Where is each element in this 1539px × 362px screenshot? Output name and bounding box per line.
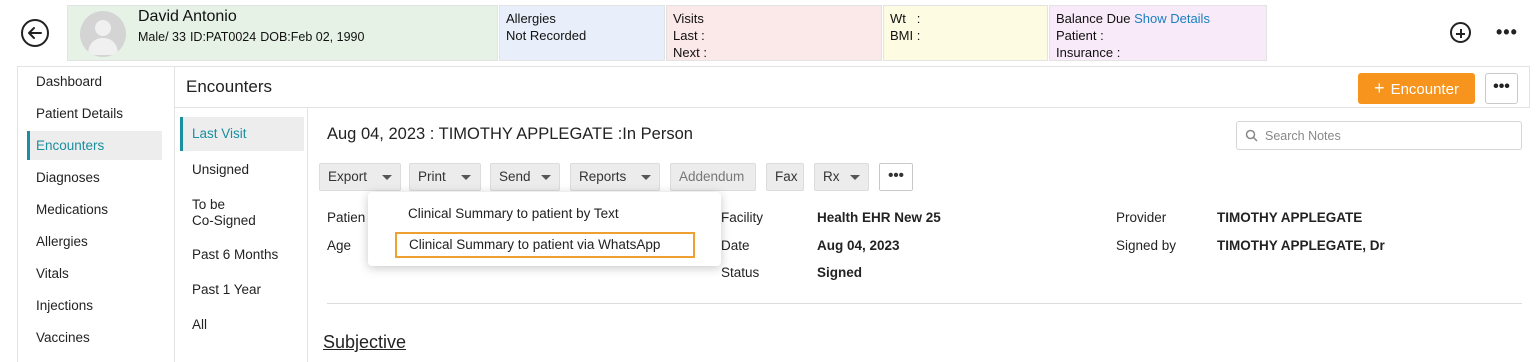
chevron-down-icon	[641, 175, 651, 180]
add-encounter-label: Encounter	[1390, 81, 1459, 98]
menu-item-summary-by-text[interactable]: Clinical Summary to patient by Text	[408, 206, 619, 221]
nav-item-allergies[interactable]: Allergies	[27, 227, 162, 256]
encounters-header: Encounters + Encounter •••	[174, 66, 1530, 108]
nav-item-dashboard[interactable]: Dashboard	[27, 67, 162, 96]
nav-item-medications[interactable]: Medications	[27, 195, 162, 224]
provider-label: Provider	[1116, 210, 1167, 225]
rx-button[interactable]: Rx	[814, 163, 869, 191]
search-icon	[1245, 129, 1258, 142]
subjective-heading: Subjective	[323, 332, 407, 352]
print-label: Print	[418, 169, 446, 184]
allergies-card[interactable]: Allergies Not Recorded	[499, 5, 665, 61]
balance-row: Balance Due Show Details	[1056, 10, 1260, 27]
filter-all[interactable]: All	[180, 317, 304, 333]
visits-label: Visits	[673, 11, 704, 26]
patient-dob: DOB:Feb 02, 1990	[260, 30, 365, 44]
nav-item-patient-details[interactable]: Patient Details	[27, 99, 162, 128]
filter-to-be-line2: Co-Signed	[192, 213, 256, 228]
nav-item-diagnoses[interactable]: Diagnoses	[27, 163, 162, 192]
patient-name: David Antonio	[138, 8, 237, 25]
patient-card: David Antonio Male/ 33 ID:PAT0024 DOB:Feb …	[67, 5, 498, 61]
filter-to-be-line1: To be	[192, 197, 226, 212]
divider	[327, 303, 1522, 304]
patient-banner: David Antonio Male/ 33 ID:PAT0024 DOB:Feb …	[0, 0, 1539, 66]
chevron-down-icon	[541, 175, 551, 180]
print-button[interactable]: Print	[409, 163, 481, 191]
balance-patient: Patient :	[1056, 28, 1104, 43]
encounter-title: Aug 04, 2023 : TIMOTHY APPLEGATE :In Per…	[327, 125, 693, 143]
export-button[interactable]: Export	[319, 163, 401, 191]
send-label: Send	[499, 169, 531, 184]
menu-item-summary-via-whatsapp[interactable]: Clinical Summary to patient via WhatsApp	[395, 232, 695, 258]
filter-last-visit[interactable]: Last Visit	[180, 117, 304, 151]
filter-past-1-year[interactable]: Past 1 Year	[180, 282, 304, 298]
nav-item-vaccines[interactable]: Vaccines	[27, 323, 162, 352]
vitals-wt: Wt :	[890, 11, 921, 26]
left-nav: Dashboard Patient Details Encounters Dia…	[17, 66, 174, 362]
send-button[interactable]: Send	[490, 163, 560, 191]
show-details-link[interactable]: Show Details	[1134, 11, 1210, 26]
filter-to-be-co-signed[interactable]: To be Co-Signed	[180, 197, 304, 229]
balance-label: Balance Due	[1056, 11, 1131, 26]
patient-label: Patien	[327, 210, 366, 225]
provider-value: TIMOTHY APPLEGATE	[1217, 210, 1363, 225]
addendum-button[interactable]: Addendum	[670, 163, 756, 191]
avatar	[80, 11, 126, 57]
allergies-value: Not Recorded	[506, 28, 587, 43]
fax-button[interactable]: Fax	[766, 163, 804, 191]
visits-last: Last :	[673, 28, 705, 43]
status-label: Status	[721, 265, 760, 280]
date-value: Aug 04, 2023	[817, 238, 900, 253]
facility-label: Facility	[721, 210, 764, 225]
search-notes-input[interactable]	[1265, 126, 1515, 146]
encounter-more-button[interactable]: •••	[1485, 73, 1518, 104]
balance-insurance: Insurance :	[1056, 45, 1121, 60]
chevron-down-icon	[461, 175, 471, 180]
reports-label: Reports	[579, 169, 627, 184]
visits-card[interactable]: Visits Last : Next :	[666, 5, 882, 61]
send-dropdown-menu: Clinical Summary to patient by Text Clin…	[368, 192, 721, 266]
vitals-card[interactable]: Wt : BMI :	[883, 5, 1048, 61]
patient-id: ID:PAT0024	[189, 30, 257, 44]
add-icon[interactable]	[1450, 22, 1471, 43]
status-value: Signed	[817, 265, 863, 280]
nav-item-encounters[interactable]: Encounters	[27, 131, 162, 160]
filter-unsigned[interactable]: Unsigned	[180, 162, 304, 178]
date-label: Date	[721, 238, 750, 253]
allergies-label: Allergies	[506, 11, 556, 26]
nav-item-vitals[interactable]: Vitals	[27, 259, 162, 288]
nav-item-injections[interactable]: Injections	[27, 291, 162, 320]
vitals-bmi: BMI :	[890, 28, 921, 43]
rx-label: Rx	[823, 169, 840, 184]
arrow-left-icon	[28, 27, 42, 39]
back-button[interactable]	[21, 19, 49, 47]
signed-by-value: TIMOTHY APPLEGATE, Dr	[1217, 238, 1385, 253]
age-label: Age	[327, 238, 352, 253]
visits-next: Next :	[673, 45, 707, 60]
patient-gender-age: Male/ 33	[138, 30, 186, 44]
user-silhouette-icon	[88, 20, 118, 55]
more-options-button[interactable]: •••	[1496, 22, 1518, 43]
balance-card: Balance Due Show Details Patient : Insur…	[1049, 5, 1267, 61]
reports-button[interactable]: Reports	[570, 163, 660, 191]
search-notes-box	[1236, 121, 1522, 150]
patient-demographics: Male/ 33 ID:PAT0024 DOB:Feb 02, 1990	[138, 29, 368, 46]
signed-by-label: Signed by	[1116, 238, 1177, 253]
encounter-filter-nav: Last Visit Unsigned To be Co-Signed Past…	[174, 108, 308, 362]
plus-icon: +	[1374, 78, 1385, 98]
chevron-down-icon	[850, 175, 860, 180]
page-title: Encounters	[186, 77, 272, 96]
facility-value: Health EHR New 25	[817, 210, 941, 225]
toolbar-more-button[interactable]: •••	[879, 163, 913, 191]
export-label: Export	[328, 169, 368, 184]
add-encounter-button[interactable]: + Encounter	[1358, 73, 1475, 104]
filter-past-6-months[interactable]: Past 6 Months	[180, 247, 304, 263]
chevron-down-icon	[382, 175, 392, 180]
